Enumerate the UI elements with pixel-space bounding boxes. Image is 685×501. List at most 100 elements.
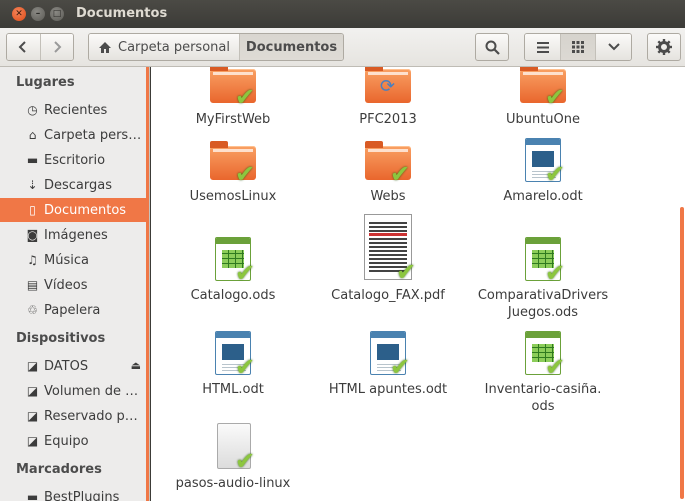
file-name: MyFirstWeb — [195, 112, 271, 127]
sidebar-item-label: Equipo — [44, 433, 89, 449]
music-icon: ♫ — [27, 253, 38, 267]
file-item[interactable]: ⟳ PFC2013 — [313, 67, 463, 128]
sidebar-item-recientes[interactable]: ◷ Recientes — [0, 98, 149, 122]
camera-icon: ◙ — [26, 228, 39, 242]
sidebar-item-descargas[interactable]: ⇣ Descargas — [0, 173, 149, 197]
sidebar-item-musica[interactable]: ♫ Música — [0, 248, 149, 272]
back-button[interactable] — [7, 34, 41, 60]
sidebar-item-equipo[interactable]: ◪ Equipo — [0, 429, 149, 453]
sidebar-item-imagenes[interactable]: ◙ Imágenes — [0, 223, 149, 247]
file-item[interactable]: ✔ HTML apuntes.odt — [313, 329, 463, 398]
grid-view-button[interactable] — [561, 34, 596, 60]
file-name: Amarelo.odt — [503, 189, 583, 204]
sidebar-item-videos[interactable]: ▤ Vídeos — [0, 273, 149, 297]
file-item[interactable]: ✔ Catalogo.ods — [158, 235, 308, 304]
file-item[interactable]: ✔ UbuntuOne — [468, 67, 618, 128]
breadcrumb-home[interactable]: Carpeta personal — [89, 34, 240, 60]
list-icon — [536, 41, 549, 53]
file-view-scrollbar[interactable] — [680, 207, 684, 499]
file-name: HTML.odt — [202, 382, 264, 397]
eject-icon[interactable]: ⏏ — [131, 359, 141, 372]
chevron-down-icon — [607, 43, 620, 51]
forward-button[interactable] — [40, 34, 73, 60]
clock-icon: ◷ — [27, 103, 38, 117]
minimize-icon: – — [35, 9, 41, 19]
list-view-button[interactable] — [525, 34, 561, 60]
grid-icon — [572, 41, 584, 53]
spreadsheet-icon: ✔ — [209, 235, 257, 286]
desktop-folder-icon: ▬ — [26, 153, 39, 167]
folder-icon: ✔ — [364, 136, 412, 187]
sidebar-item-label: Vídeos — [44, 277, 88, 293]
maximize-window-button[interactable]: □ — [50, 7, 64, 21]
sidebar-section-devices: Dispositivos — [16, 331, 106, 346]
file-item[interactable]: ✔ Amarelo.odt — [468, 136, 618, 205]
sidebar-item-reservado[interactable]: ◪ Reservado p… — [0, 404, 149, 428]
breadcrumb: Carpeta personal Documentos — [88, 33, 344, 61]
title-bar: ✕ – □ Documentos — [0, 0, 685, 28]
chevron-left-icon — [18, 41, 26, 53]
sidebar-item-label: Carpeta pers… — [44, 127, 142, 143]
pdf-thumbnail-icon: ✔ — [360, 214, 416, 285]
gear-icon — [656, 39, 672, 55]
sidebar-scrollbar[interactable] — [146, 67, 149, 501]
sidebar-item-datos[interactable]: ◪ DATOS ⏏ — [0, 354, 149, 378]
download-icon: ⇣ — [27, 178, 38, 192]
file-item[interactable]: ✔ ComparativaDrivers Juegos.ods — [468, 235, 618, 321]
close-window-button[interactable]: ✕ — [12, 7, 26, 21]
synced-check-icon: ✔ — [545, 83, 566, 111]
view-options-button[interactable] — [596, 34, 631, 60]
file-manager-window: ✕ – □ Documentos Carpeta personal Docume… — [0, 0, 685, 501]
synced-check-icon: ✔ — [396, 258, 417, 286]
sidebar-item-documentos[interactable]: ▯ Documentos — [0, 198, 149, 222]
sidebar-item-label: DATOS — [44, 358, 89, 374]
sidebar-item-papelera[interactable]: ♲ Papelera — [0, 298, 149, 322]
file-name: HTML apuntes.odt — [328, 382, 448, 397]
sidebar-item-volumen[interactable]: ◪ Volumen de … — [0, 379, 149, 403]
close-icon: ✕ — [15, 9, 23, 19]
file-item[interactable]: ✔ UsemosLinux — [158, 136, 308, 205]
file-item[interactable]: ✔ Catalogo_FAX.pdf — [313, 214, 463, 304]
drive-icon: ◪ — [26, 359, 39, 373]
window-title: Documentos — [76, 6, 168, 21]
file-name: Webs — [370, 189, 406, 204]
sidebar-item-bestplugins[interactable]: ▬ BestPlugins — [0, 485, 149, 501]
sidebar-item-label: Recientes — [44, 102, 108, 118]
minimize-window-button[interactable]: – — [31, 7, 45, 21]
synced-check-icon: ✔ — [545, 160, 566, 188]
file-name: pasos-audio-linux — [175, 476, 291, 491]
file-item[interactable]: ✔ MyFirstWeb — [158, 67, 308, 128]
sidebar-item-escritorio[interactable]: ▬ Escritorio — [0, 148, 149, 172]
film-icon: ▤ — [26, 278, 39, 292]
synced-check-icon: ✔ — [545, 353, 566, 381]
synced-check-icon: ✔ — [235, 447, 256, 475]
sidebar-item-label: Descargas — [44, 177, 113, 193]
home-icon — [99, 41, 111, 53]
file-name: Catalogo_FAX.pdf — [331, 288, 445, 303]
file-item[interactable]: ✔ pasos-audio-linux — [158, 423, 308, 492]
view-switcher — [524, 33, 632, 61]
search-button[interactable] — [475, 33, 509, 61]
text-document-icon: ✔ — [364, 329, 412, 380]
file-name: UbuntuOne — [505, 112, 581, 127]
file-name: UsemosLinux — [189, 189, 277, 204]
sidebar-item-label: Volumen de … — [44, 383, 139, 399]
synced-check-icon: ✔ — [235, 259, 256, 287]
spreadsheet-icon: ✔ — [519, 329, 567, 380]
sidebar-item-home[interactable]: ⌂ Carpeta pers… — [0, 123, 149, 147]
sidebar-item-label: Reservado p… — [44, 408, 138, 424]
settings-button[interactable] — [647, 33, 681, 61]
history-nav — [6, 33, 74, 61]
sidebar-item-label: Música — [44, 252, 89, 268]
sidebar-item-label: Escritorio — [44, 152, 106, 168]
file-item[interactable]: ✔ Inventario-casiña. ods — [468, 329, 618, 415]
file-item[interactable]: ✔ Webs — [313, 136, 463, 205]
synced-check-icon: ✔ — [390, 353, 411, 381]
synced-check-icon: ✔ — [235, 83, 256, 111]
search-icon — [485, 40, 500, 55]
file-item[interactable]: ✔ HTML.odt — [158, 329, 308, 398]
file-view: ✔ MyFirstWeb ⟳ PFC2013 ✔ UbuntuOne ✔ Use… — [151, 67, 685, 501]
breadcrumb-documentos[interactable]: Documentos — [240, 34, 343, 60]
text-document-icon: ✔ — [519, 136, 567, 187]
sync-icon: ⟳ — [380, 76, 396, 97]
